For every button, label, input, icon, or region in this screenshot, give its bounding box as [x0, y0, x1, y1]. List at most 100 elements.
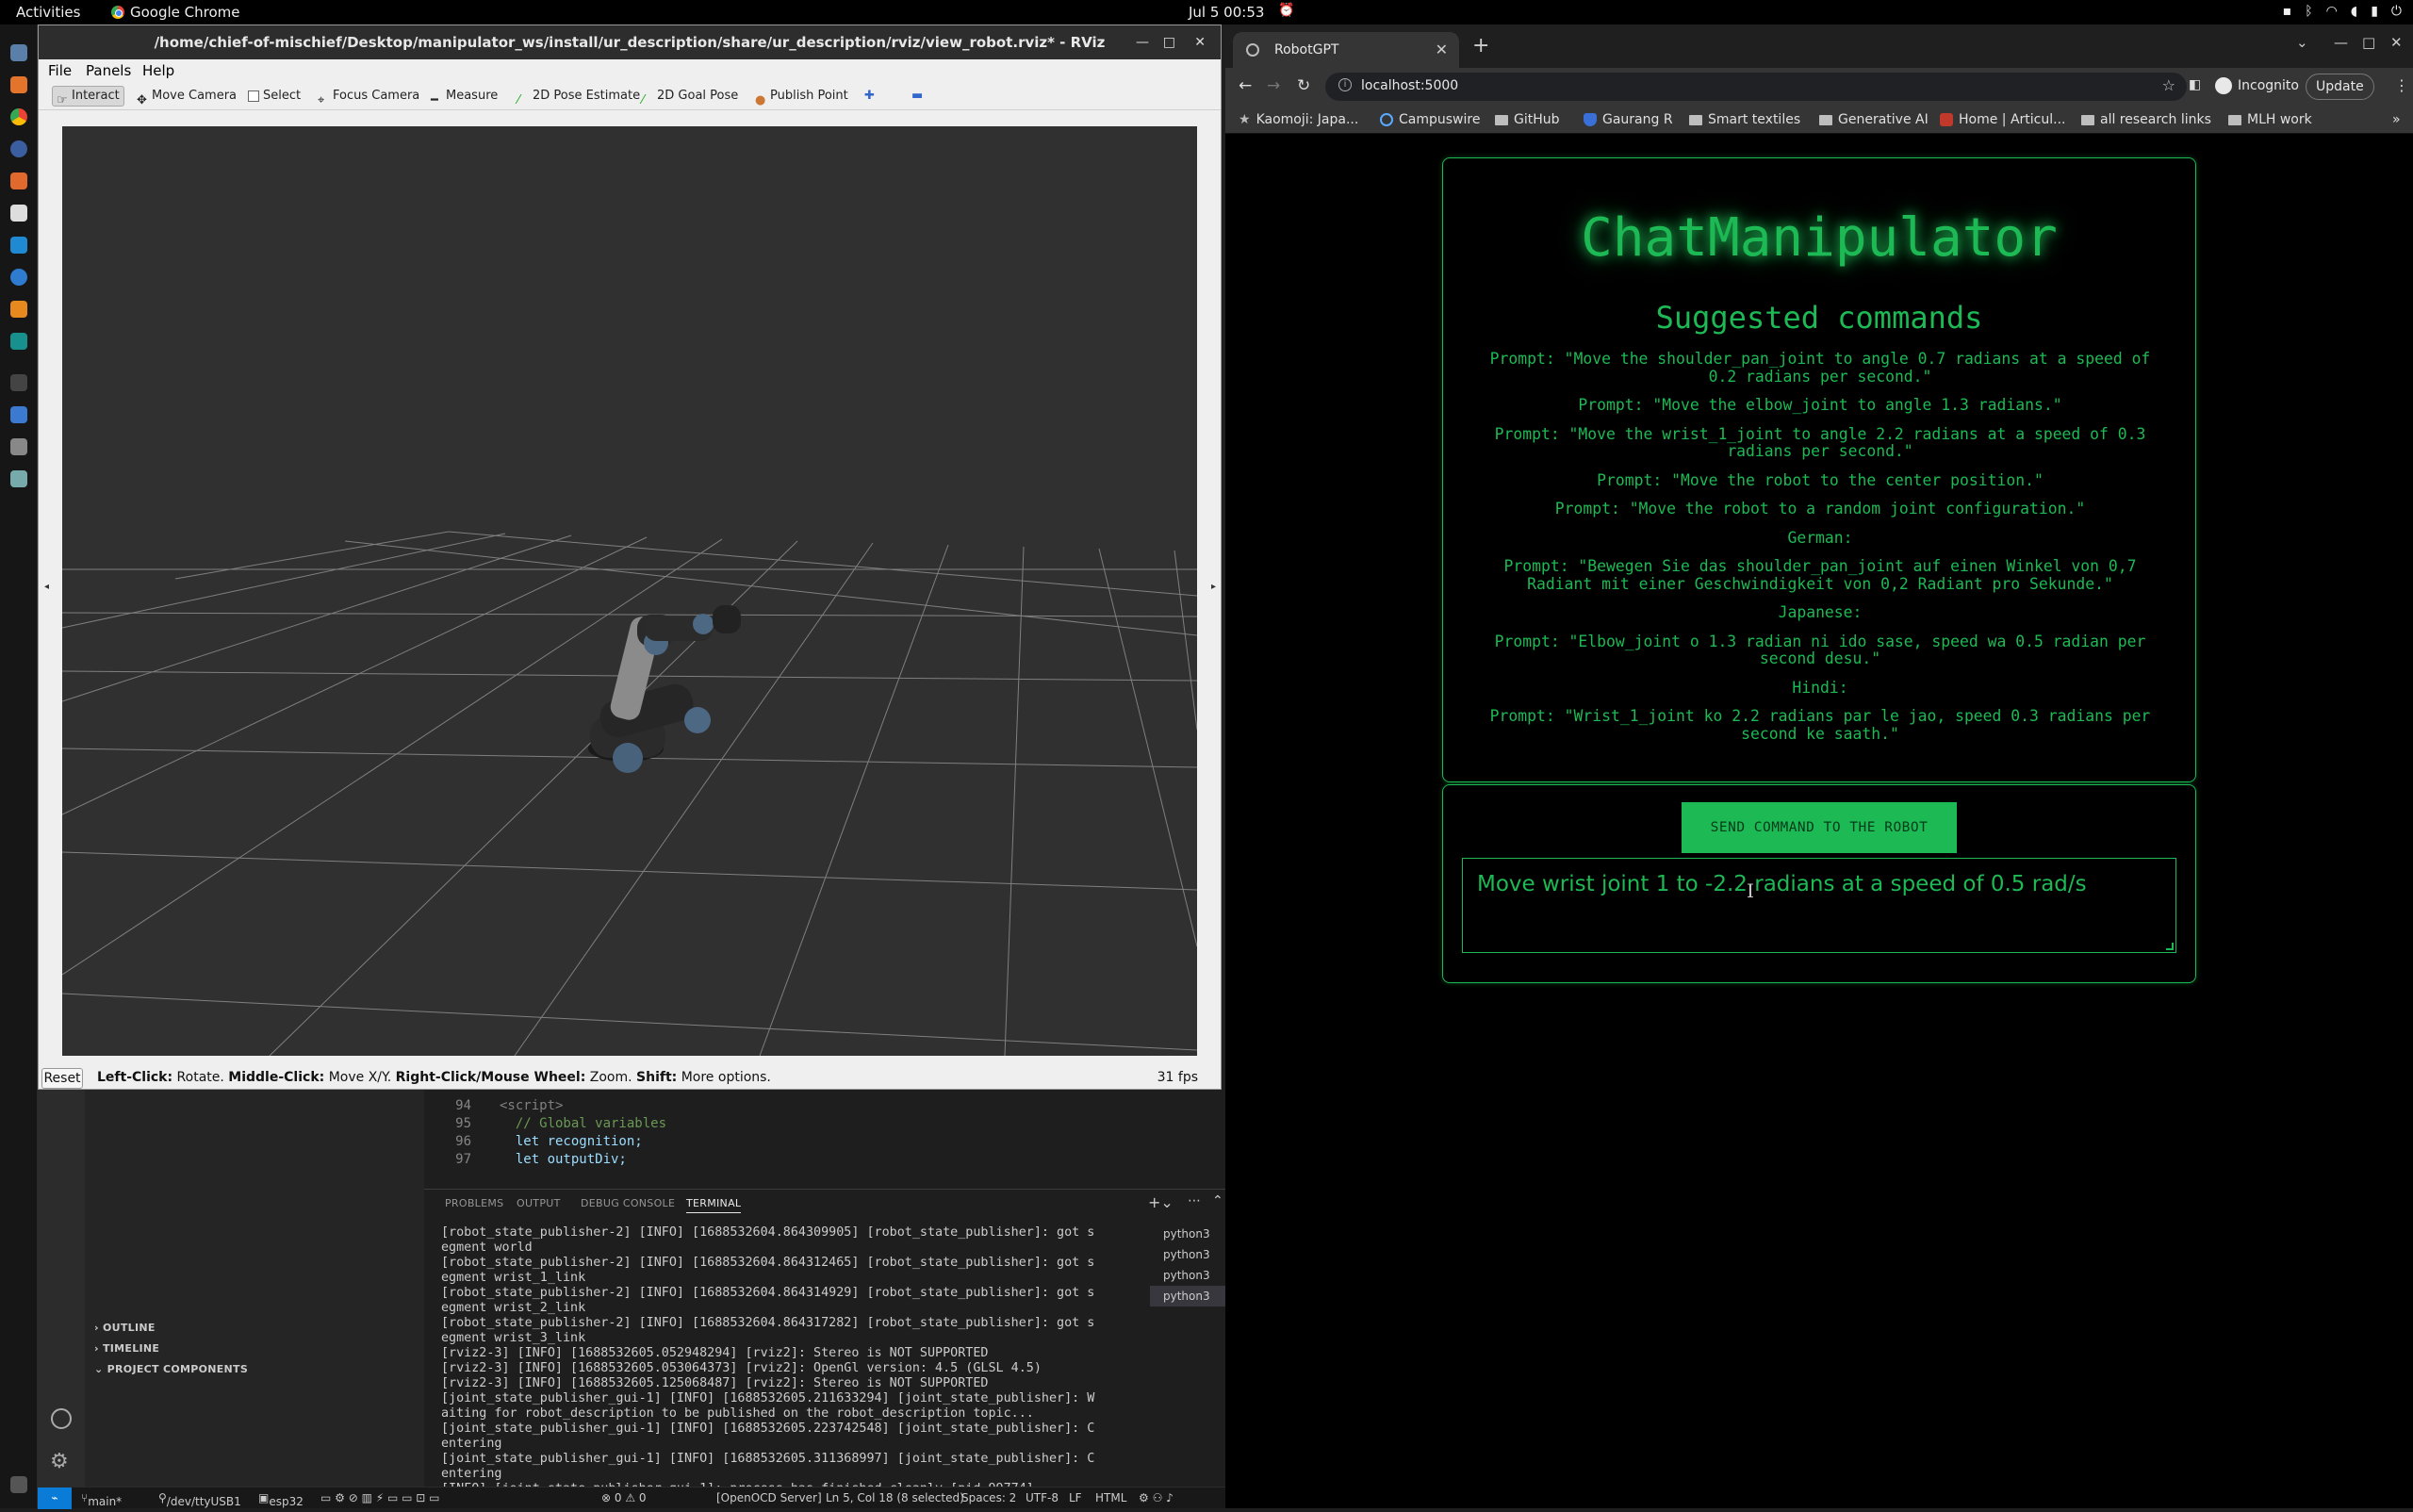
command-input[interactable]: Move wrist joint 1 to -2.2 radians at a …	[1462, 858, 2176, 953]
activities-button[interactable]: Activities	[16, 4, 80, 21]
menu-panels[interactable]: Panels	[86, 62, 131, 79]
board-status[interactable]: ▣ esp32	[258, 1491, 304, 1508]
tool-2d-pose-estimate[interactable]: ⁄ 2D Pose Estimate	[514, 86, 644, 107]
tool-measure[interactable]: ━ Measure	[427, 86, 501, 107]
new-terminal-icon[interactable]: +⌄	[1148, 1193, 1174, 1211]
close-icon[interactable]: ✕	[1194, 25, 1206, 59]
tool-publish-point[interactable]: ● Publish Point	[751, 86, 852, 107]
terminal-icon[interactable]	[10, 269, 27, 286]
manage-gear-icon[interactable]: ⚙	[50, 1450, 69, 1473]
chrome-dock-icon[interactable]	[10, 108, 27, 125]
blue-app-icon[interactable]	[10, 406, 27, 423]
bookmark-smart-textiles[interactable]: Smart textiles	[1689, 112, 1800, 127]
new-tab-button[interactable]: +	[1472, 36, 1489, 57]
disk-icon[interactable]	[10, 470, 27, 487]
bookmark-github[interactable]: GitHub	[1495, 112, 1560, 127]
tool-2d-goal-pose[interactable]: ⁄ 2D Goal Pose	[638, 86, 742, 107]
minimize-icon[interactable]: —	[2334, 34, 2348, 51]
arduino-icon[interactable]	[10, 333, 27, 350]
trash-icon[interactable]	[10, 438, 27, 455]
firefox-icon[interactable]	[10, 173, 27, 189]
bookmark-gaurang[interactable]: Gaurang R	[1584, 112, 1673, 127]
side-panel-icon[interactable]: ◧	[2189, 77, 2201, 92]
encoding-status[interactable]: UTF-8	[1026, 1491, 1059, 1504]
resize-handle-icon[interactable]	[2166, 943, 2174, 950]
status-extra-icons[interactable]: ⚙ ⚇ ♪	[1139, 1491, 1174, 1504]
tab-search-icon[interactable]: ⌄	[2296, 34, 2308, 51]
send-command-button[interactable]: SEND COMMAND TO THE ROBOT	[1682, 802, 1957, 853]
right-collapse-icon[interactable]: ▸	[1211, 582, 1216, 592]
remote-indicator-icon[interactable]: ⌁	[38, 1487, 72, 1509]
update-button[interactable]: Update	[2306, 74, 2374, 100]
reset-button[interactable]: Reset	[41, 1068, 83, 1089]
rviz-titlebar[interactable]: /home/chief-of-mischief/Desktop/manipula…	[39, 25, 1221, 59]
indentation-status[interactable]: Spaces: 2	[961, 1491, 1016, 1504]
timeline-section[interactable]: › TIMELINE	[94, 1342, 159, 1355]
close-tab-icon[interactable]: ✕	[1436, 41, 1448, 58]
bookmark-star-icon[interactable]: ☆	[2162, 76, 2175, 94]
add-tool-button[interactable]: ✚	[861, 86, 878, 107]
bookmark-home-articul[interactable]: Home | Articul...	[1940, 112, 2065, 127]
more-actions-icon[interactable]: ⋯	[1188, 1193, 1201, 1208]
problems-status[interactable]: ⊗ 0 ⚠ 0	[601, 1491, 647, 1504]
esp-actions-icons[interactable]: ▭ ⚙ ⊘ ▥ ⚡ ▭ ▭ ⊡ ▭	[320, 1491, 440, 1504]
bookmark-generative-ai[interactable]: Generative AI	[1819, 112, 1929, 127]
clock[interactable]: Jul 5 00:53	[1189, 4, 1264, 21]
terminal-output[interactable]: [robot_state_publisher-2] [INFO] [168853…	[441, 1225, 1101, 1512]
github-icon[interactable]	[10, 140, 27, 157]
language-status[interactable]: HTML	[1095, 1491, 1126, 1504]
tool-move-camera[interactable]: ✥ Move Camera	[133, 86, 240, 107]
bookmark-research-links[interactable]: all research links	[2081, 112, 2211, 127]
libreoffice-icon[interactable]	[10, 205, 27, 222]
tool-focus-camera[interactable]: ⌖ Focus Camera	[314, 86, 423, 107]
reload-icon[interactable]: ↻	[1297, 76, 1310, 95]
tab-debug-console[interactable]: DEBUG CONSOLE	[581, 1197, 675, 1209]
close-window-icon[interactable]: ✕	[2390, 34, 2403, 51]
tool-interact[interactable]: ☞ Interact	[52, 86, 124, 107]
incognito-indicator[interactable]: Incognito	[2215, 77, 2299, 94]
tab-terminal[interactable]: TERMINAL	[686, 1197, 742, 1213]
vlc-icon[interactable]	[10, 301, 27, 318]
chrome-menu-icon[interactable]: ⋮	[2394, 76, 2409, 94]
tool-select[interactable]: Select	[244, 86, 304, 107]
terminal-instance[interactable]: python3	[1150, 1244, 1225, 1265]
address-bar[interactable]: i localhost:5000 ☆	[1325, 73, 2187, 101]
terminal-instance[interactable]: python3	[1150, 1286, 1225, 1307]
branch-status[interactable]: ⑂ main*	[81, 1491, 122, 1508]
menu-help[interactable]: Help	[142, 62, 174, 79]
terminal-instance[interactable]: python3	[1150, 1224, 1225, 1244]
maximize-icon[interactable]: □	[1163, 25, 1175, 59]
code-editor[interactable]: 94 <script> 95 // Global variables 96 let…	[424, 1094, 1225, 1189]
menu-file[interactable]: File	[48, 62, 72, 79]
3d-viewport[interactable]	[62, 126, 1197, 1056]
show-apps-icon[interactable]	[10, 1476, 27, 1493]
app-menu[interactable]: Google Chrome	[111, 4, 240, 21]
maximize-icon[interactable]: □	[2362, 34, 2375, 51]
bookmark-campuswire[interactable]: Campuswire	[1380, 112, 1480, 127]
forward-icon[interactable]: →	[1267, 76, 1280, 95]
eol-status[interactable]: LF	[1069, 1491, 1082, 1504]
files-icon[interactable]	[10, 44, 27, 61]
left-collapse-icon[interactable]: ◂	[44, 582, 49, 592]
system-tray[interactable]: ▪ ᛒ ◠ ◖ ▮ ⏻	[2283, 4, 2402, 19]
outline-section[interactable]: › OUTLINE	[94, 1322, 156, 1334]
maximize-panel-icon[interactable]: ⌃	[1212, 1193, 1223, 1208]
port-status[interactable]: ⚲ /dev/ttyUSB1	[158, 1491, 241, 1508]
accounts-icon[interactable]	[51, 1408, 72, 1429]
app-store-icon[interactable]	[10, 76, 27, 93]
back-icon[interactable]: ←	[1239, 76, 1252, 95]
openocd-status[interactable]: [OpenOCD Server]	[716, 1491, 822, 1504]
project-components-section[interactable]: ⌄ PROJECT COMPONENTS	[94, 1363, 248, 1375]
vscode-icon[interactable]	[10, 237, 27, 254]
tab-problems[interactable]: PROBLEMS	[445, 1197, 503, 1209]
site-info-icon[interactable]: i	[1338, 78, 1352, 91]
terminal-instance[interactable]: python3	[1150, 1265, 1225, 1286]
bookmarks-overflow-icon[interactable]: »	[2392, 112, 2401, 127]
tab-robotgpt[interactable]: RobotGPT ✕	[1233, 32, 1459, 68]
ros-icon[interactable]	[10, 374, 27, 391]
tab-output[interactable]: OUTPUT	[517, 1197, 561, 1209]
minimize-icon[interactable]: —	[1136, 25, 1149, 59]
cursor-position[interactable]: Ln 5, Col 18 (8 selected)	[826, 1491, 964, 1504]
bookmark-mlh-work[interactable]: MLH work	[2228, 112, 2312, 127]
remove-tool-button[interactable]: ▬	[908, 86, 927, 107]
